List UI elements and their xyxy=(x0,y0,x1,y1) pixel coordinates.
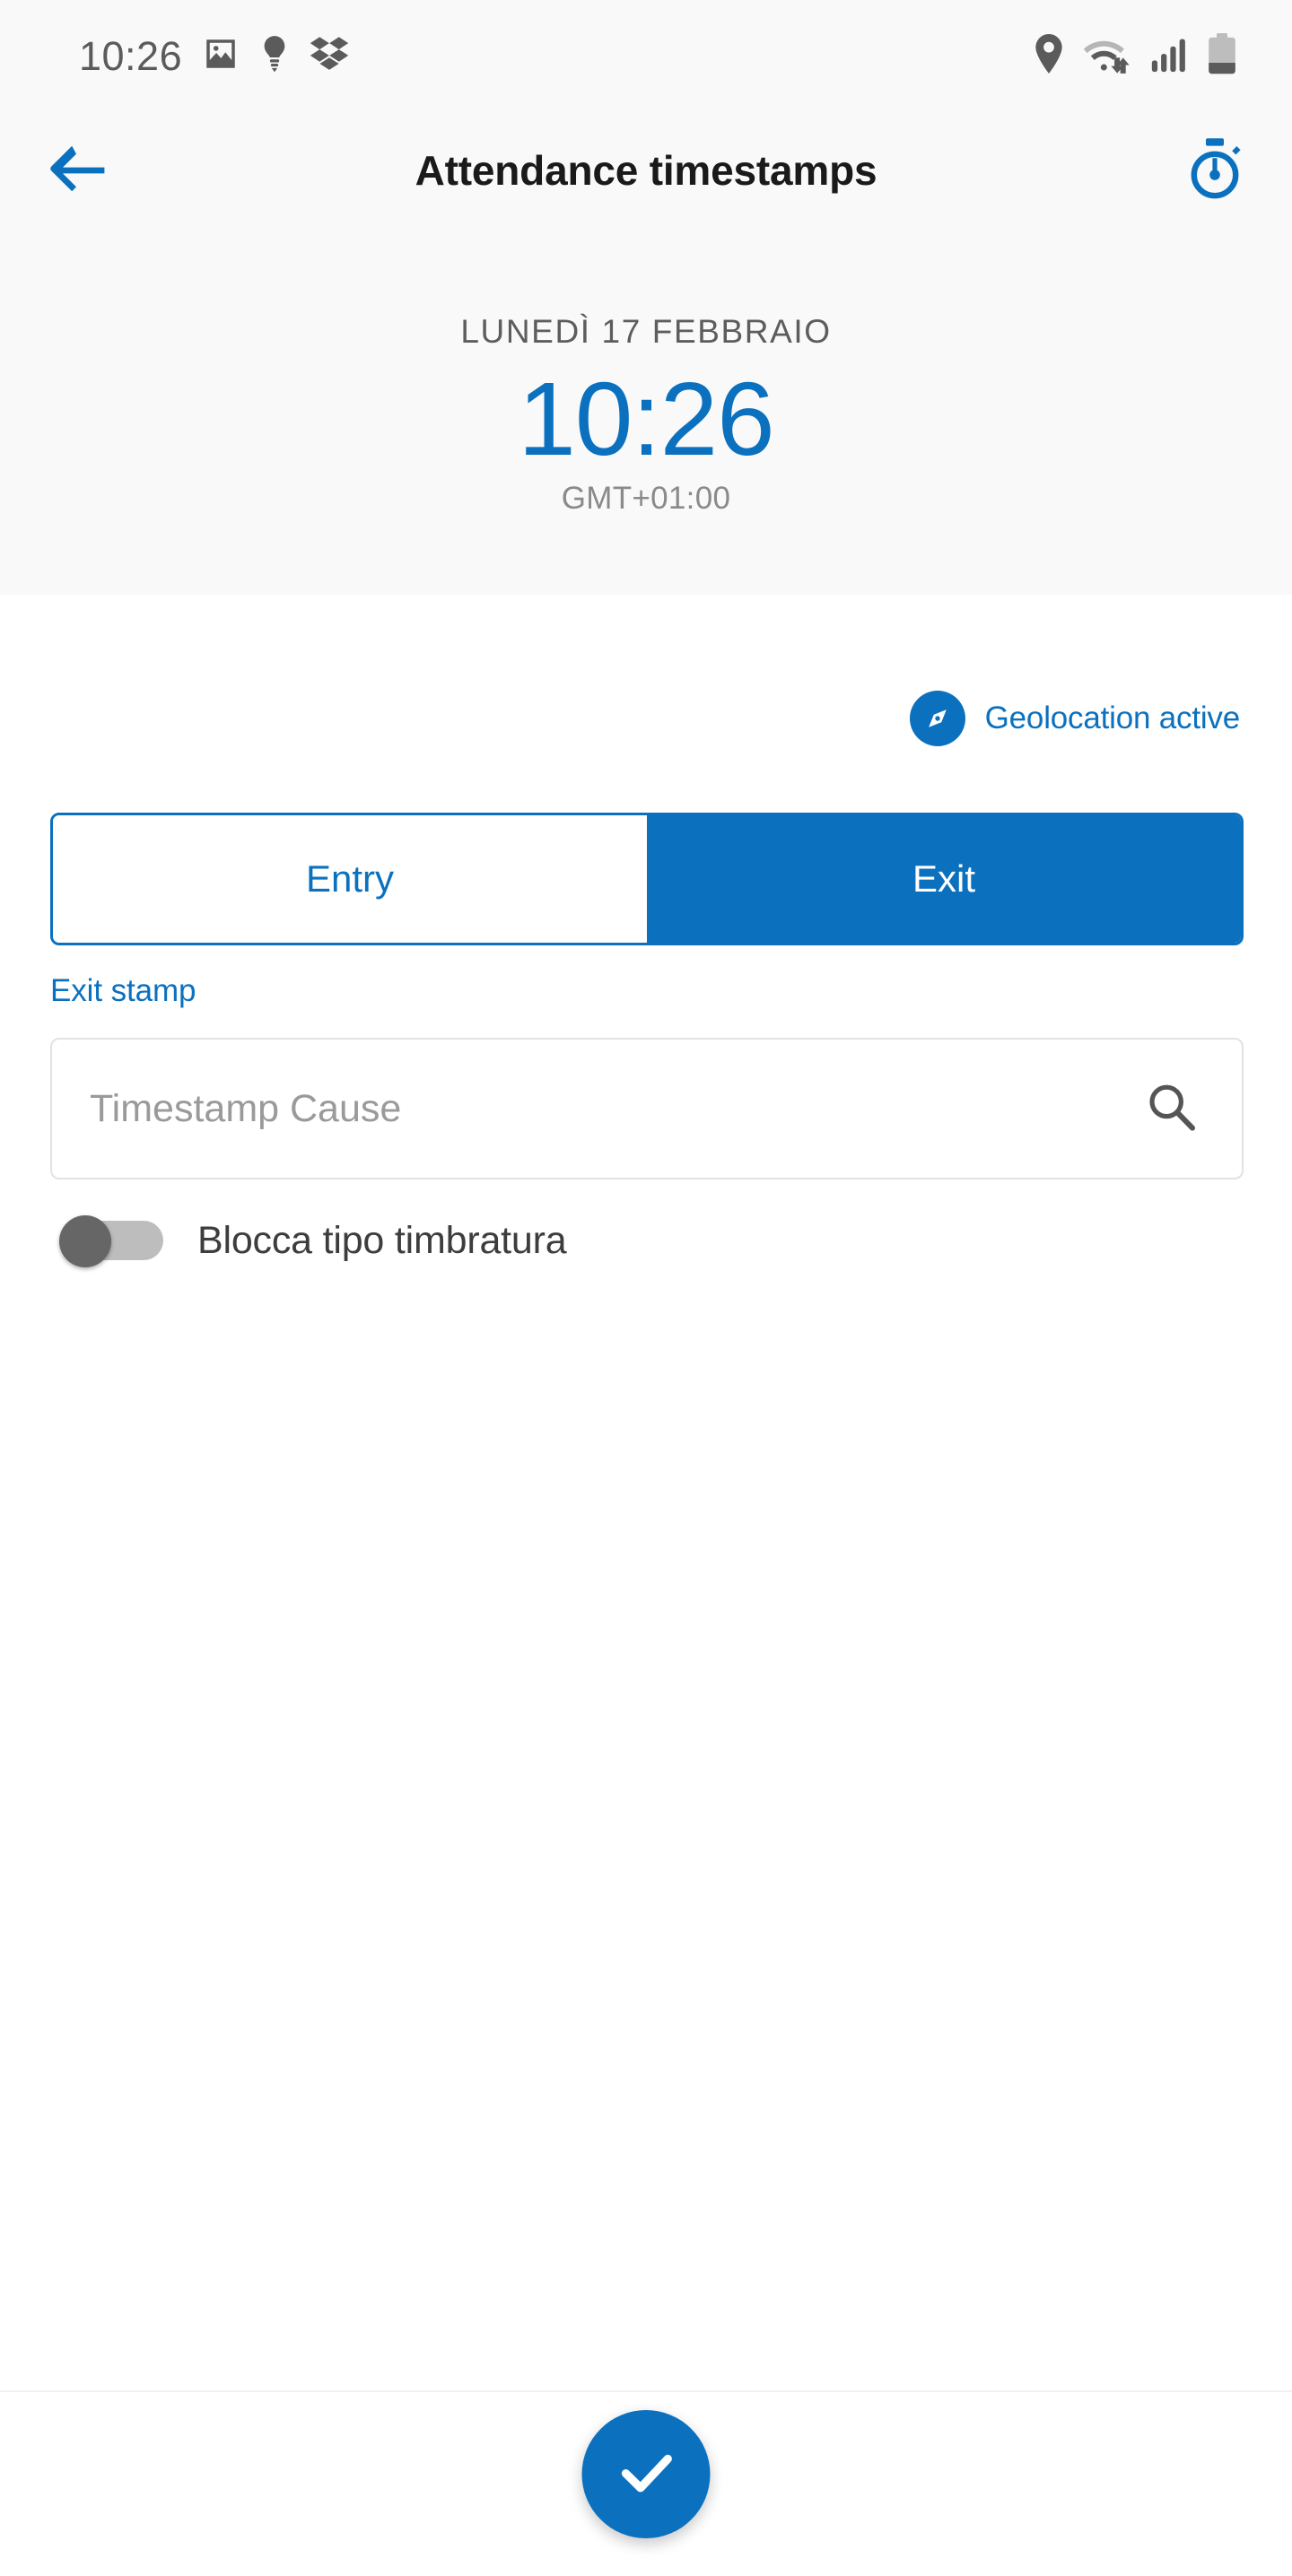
stamp-field-label: Exit stamp xyxy=(50,973,196,1008)
stopwatch-button[interactable] xyxy=(1174,129,1256,212)
confirm-button[interactable] xyxy=(581,2410,711,2538)
lock-stamp-type-toggle[interactable] xyxy=(59,1215,163,1267)
segment-entry[interactable]: Entry xyxy=(53,815,647,943)
back-button[interactable] xyxy=(36,129,118,212)
entry-exit-segmented-control: Entry Exit xyxy=(50,813,1244,945)
app-bar: Attendance timestamps xyxy=(0,112,1292,229)
search-icon xyxy=(1144,1080,1198,1138)
main-content: Geolocation active Entry Exit Exit stamp xyxy=(0,595,1292,2390)
cellular-signal-icon xyxy=(1150,34,1190,78)
page-title: Attendance timestamps xyxy=(415,147,877,194)
battery-icon xyxy=(1208,33,1236,79)
compass-icon xyxy=(909,691,965,746)
geolocation-status: Geolocation active xyxy=(909,691,1241,746)
location-pin-icon xyxy=(1034,34,1064,78)
clock-panel: LUNEDÌ 17 FEBBRAIO 10:26 GMT+01:00 xyxy=(0,229,1292,595)
status-bar: 10:26 xyxy=(0,0,1292,112)
app-screen: 10:26 Attendance timestamps LUNEDÌ 17 FE… xyxy=(0,0,1292,2576)
status-bar-left: 10:26 xyxy=(79,33,349,80)
status-bar-right xyxy=(1034,33,1236,79)
clock-date: LUNEDÌ 17 FEBBRAIO xyxy=(460,313,832,350)
stopwatch-icon xyxy=(1185,137,1244,205)
lock-stamp-type-label: Blocca tipo timbratura xyxy=(197,1218,567,1262)
timestamp-cause-input[interactable] xyxy=(90,1086,1136,1131)
wifi-icon xyxy=(1082,34,1132,78)
search-button[interactable] xyxy=(1136,1074,1206,1144)
lock-stamp-type-row: Blocca tipo timbratura xyxy=(59,1215,567,1267)
geolocation-label: Geolocation active xyxy=(984,701,1241,735)
clock-timezone: GMT+01:00 xyxy=(561,481,731,517)
bottom-bar xyxy=(0,2390,1292,2576)
clock-time: 10:26 xyxy=(518,361,774,477)
timestamp-cause-field[interactable] xyxy=(50,1038,1244,1179)
check-icon xyxy=(611,2437,681,2511)
lightbulb-icon xyxy=(259,34,290,78)
dropbox-icon xyxy=(310,35,349,77)
gallery-icon xyxy=(202,35,240,77)
toggle-thumb xyxy=(59,1215,111,1267)
status-bar-clock: 10:26 xyxy=(79,32,183,79)
segment-exit[interactable]: Exit xyxy=(647,815,1241,943)
back-arrow-icon xyxy=(49,144,105,197)
